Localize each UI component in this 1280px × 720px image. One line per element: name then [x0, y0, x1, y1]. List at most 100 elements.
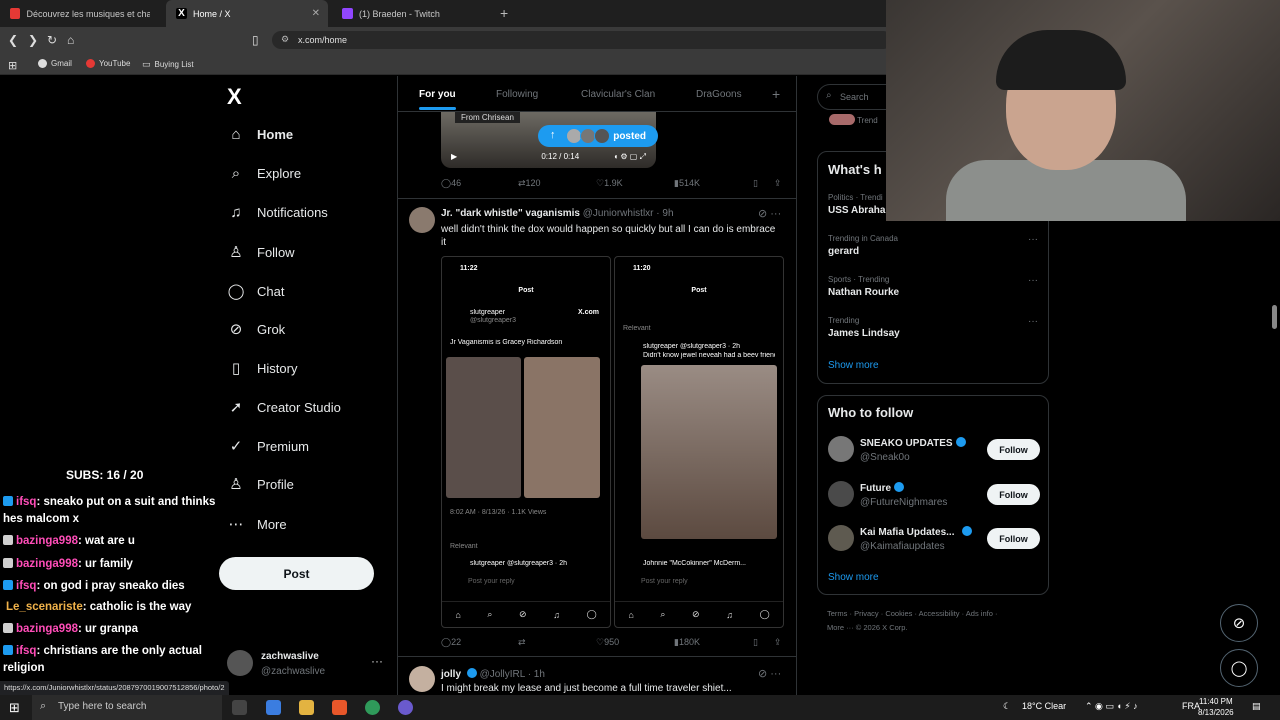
footer-links[interactable]: Terms · Privacy · Cookies · Accessibilit… [827, 609, 997, 618]
more-icon[interactable]: ··· [1028, 275, 1038, 286]
post-button[interactable]: Post [219, 557, 374, 590]
home-page-icon[interactable]: ⌂ [67, 33, 74, 47]
suggestion-name[interactable]: Future [860, 482, 905, 494]
address-input[interactable]: ⚙ x.com/home [272, 31, 892, 49]
avatar[interactable] [409, 207, 435, 233]
trend-name[interactable]: gerard [828, 246, 859, 257]
tab-for-you[interactable]: For you [419, 89, 456, 110]
reload-icon[interactable]: ↻ [47, 33, 57, 47]
taskbar-search-input[interactable]: ⌕ Type here to search [32, 695, 222, 720]
bookmark-icon[interactable]: ▯ [753, 637, 758, 648]
app-icon[interactable] [365, 700, 380, 715]
sidebar-item-notifications[interactable]: ♫ Notifications [227, 204, 327, 221]
reply-button[interactable]: ◯ 46 [441, 178, 461, 189]
new-tab-icon[interactable]: + [500, 5, 508, 21]
repost-button[interactable]: ⇄ [518, 637, 526, 648]
page-scrollbar[interactable] [1272, 305, 1277, 329]
play-icon[interactable]: ▶ [451, 152, 457, 162]
weather-text[interactable]: 18°C Clear [1022, 701, 1066, 711]
new-posts-pill[interactable]: ↑ posted [538, 125, 658, 147]
avatar[interactable] [828, 525, 854, 551]
grok-and-more-icon[interactable]: ⊘ ··· [758, 207, 781, 220]
sidebar-item-chat[interactable]: ◯ Chat [227, 282, 285, 300]
sidebar-item-grok[interactable]: ⊘ Grok [227, 320, 285, 338]
task-view-icon[interactable] [232, 700, 247, 715]
bookmark-gmail[interactable]: Gmail [38, 59, 72, 68]
sidebar-item-history[interactable]: ▯ History [227, 359, 298, 377]
follow-button[interactable]: Follow [987, 484, 1040, 505]
more-icon[interactable]: ··· [1028, 316, 1038, 327]
more-icon[interactable]: ··· [1028, 234, 1038, 245]
author-name[interactable]: jolly [441, 669, 461, 680]
trend-name[interactable]: Nathan Rourke [828, 287, 899, 298]
messages-fab-button[interactable]: ◯ [1220, 649, 1258, 687]
trend-name[interactable]: James Lindsay [828, 328, 900, 339]
sidebar-item-creator-studio[interactable]: ➚ Creator Studio [227, 398, 341, 416]
like-button[interactable]: ♡ 1.9K [596, 178, 623, 189]
like-button[interactable]: ♡ 950 [596, 637, 619, 648]
forward-icon[interactable]: ❯ [28, 33, 38, 47]
suggestion-name[interactable]: SNEAKO UPDATES [860, 437, 966, 449]
add-tab-icon[interactable]: + [772, 86, 780, 102]
windows-start-icon[interactable]: ⊞ [9, 700, 20, 716]
site-info-icon[interactable]: ⚙ [281, 34, 289, 45]
trend-name[interactable]: USS Abrahar [828, 205, 889, 216]
footer-copyright[interactable]: More ··· © 2026 X Corp. [827, 623, 908, 632]
sidebar-item-explore[interactable]: ⌕ Explore [227, 165, 301, 182]
avatar[interactable] [828, 481, 854, 507]
browser-tab-deezer[interactable]: Découvrez les musiques et chansons [0, 0, 160, 27]
x-logo-icon[interactable]: X [227, 84, 242, 110]
weather-icon[interactable]: ☾ [1003, 701, 1011, 712]
post-image-left[interactable]: 11:22 Post slutgreaper @slutgreaper3 X.c… [441, 256, 611, 628]
browser-tab-x-home[interactable]: X Home / X ✕ [166, 0, 328, 27]
suggestion-name[interactable]: Kai Mafia Updates... [860, 526, 973, 538]
author-name[interactable]: Jr. "dark whistle" vaganismis [441, 208, 580, 219]
volume-icon[interactable]: ◖ ⚙ ▢ ⤢ [613, 152, 646, 162]
avatar[interactable] [828, 436, 854, 462]
close-tab-icon[interactable]: ✕ [312, 8, 320, 19]
share-icon[interactable]: ⇪ [774, 178, 782, 189]
sidebar-item-premium[interactable]: ✓ Premium [227, 437, 309, 455]
file-explorer-icon[interactable] [299, 700, 314, 715]
chat-icon: ◯ [227, 283, 245, 300]
bookmark-page-icon[interactable]: ▯ [252, 33, 259, 47]
reply-button[interactable]: ◯ 22 [441, 637, 461, 648]
sidebar-item-profile[interactable]: ♙ Profile [227, 475, 294, 493]
sidebar-item-more[interactable]: ⋯ More [227, 515, 287, 533]
author-handle[interactable]: @JollyIRL · 1h [480, 669, 545, 680]
repost-button[interactable]: ⇄ 120 [518, 178, 541, 189]
system-tray-icons[interactable]: ⌃ ◉ ▭ ◖ ⚡ ♪ [1085, 701, 1138, 712]
obs-icon[interactable] [398, 700, 413, 715]
taskbar-clock[interactable]: 11:40 PM 8/13/2026 [1198, 696, 1234, 718]
copilot-icon[interactable] [266, 700, 281, 715]
apps-grid-icon[interactable]: ⊞ [8, 59, 17, 72]
timeline-tabs: For you Following Clavicular's Clan DraG… [398, 76, 796, 112]
tab-dragoons[interactable]: DraGoons [696, 89, 742, 100]
sidebar-item-home[interactable]: ⌂ Home [227, 126, 293, 143]
more-icon[interactable]: ··· [371, 654, 383, 668]
bookmark-icon[interactable]: ▯ [753, 178, 758, 189]
tab-following[interactable]: Following [496, 89, 538, 100]
back-icon[interactable]: ❮ [8, 33, 18, 47]
grok-and-more-icon[interactable]: ⊘ ··· [758, 667, 781, 680]
avatar[interactable] [409, 666, 435, 692]
post-image-right[interactable]: 11:20 Post Relevant slutgreaper @slutgre… [614, 256, 784, 628]
bookmark-buying-list[interactable]: ▭ Buying List [142, 59, 194, 70]
show-more-link[interactable]: Show more [828, 360, 879, 371]
person-add-icon: ♙ [229, 244, 243, 261]
notifications-icon[interactable]: ▤ [1252, 701, 1261, 712]
sidebar-item-follow[interactable]: ♙ Follow [227, 243, 294, 261]
follow-button[interactable]: Follow [987, 439, 1040, 460]
follow-button[interactable]: Follow [987, 528, 1040, 549]
author-handle[interactable]: @Juniorwhistlxr · 9h [583, 208, 674, 219]
grok-fab-button[interactable]: ⊘ [1220, 604, 1258, 642]
browser-tab-twitch[interactable]: (1) Braeden - Twitch [332, 0, 494, 27]
brave-browser-icon[interactable] [332, 700, 347, 715]
bookmark-youtube[interactable]: YouTube [86, 59, 130, 68]
views-button[interactable]: ▮ 514K [674, 178, 700, 189]
tab-clavicular-clan[interactable]: Clavicular's Clan [581, 89, 655, 100]
share-icon[interactable]: ⇪ [774, 637, 782, 648]
show-more-link[interactable]: Show more [828, 572, 879, 583]
views-button[interactable]: ▮ 180K [674, 637, 700, 648]
account-switcher[interactable]: zachwaslive @zachwaslive ··· [225, 648, 385, 680]
